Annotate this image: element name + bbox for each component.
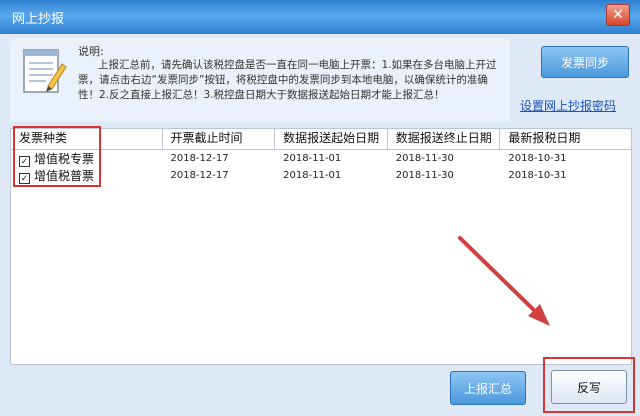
table-row[interactable]: ✓ 增值税普票 2018-12-17 2018-11-01 2018-11-30 … (11, 167, 631, 185)
column-header-start-date[interactable]: 数据报送起始日期 (275, 129, 388, 149)
info-label: 说明: (78, 45, 104, 58)
window-title: 网上抄报 (12, 12, 65, 27)
latest-date-cell: 2018-10-31 (508, 170, 567, 181)
start-date-cell: 2018-11-01 (283, 170, 342, 181)
close-button[interactable]: ✕ (606, 4, 630, 26)
end-date-cell: 2018-11-30 (395, 153, 454, 164)
column-header-latest-date[interactable]: 最新报税日期 (500, 129, 631, 149)
notepad-icon (23, 49, 67, 93)
table-header: 发票种类 开票截止时间 数据报送起始日期 数据报送终止日期 最新报税日期 (11, 129, 631, 150)
dialog-window: 网上抄报 ✕ 说明: 上报汇总前，请先确认该税控盘是否一直在同一电脑上开票：1.… (0, 0, 640, 416)
info-panel: 说明: 上报汇总前，请先确认该税控盘是否一直在同一电脑上开票：1.如果在多台电脑… (10, 38, 510, 122)
table-row[interactable]: ✓ 增值税专票 2018-12-17 2018-11-01 2018-11-30 … (11, 150, 631, 168)
end-date-cell: 2018-11-30 (395, 170, 454, 181)
column-header-deadline[interactable]: 开票截止时间 (163, 129, 276, 149)
set-password-link[interactable]: 设置网上抄报密码 (520, 97, 616, 114)
title-bar[interactable]: 网上抄报 ✕ (0, 0, 640, 34)
column-header-end-date[interactable]: 数据报送终止日期 (388, 129, 501, 149)
info-text: 上报汇总前，请先确认该税控盘是否一直在同一电脑上开票：1.如果在多台电脑上开过票… (78, 59, 497, 101)
invoice-sync-button[interactable]: 发票同步 (541, 46, 629, 78)
latest-date-cell: 2018-10-31 (508, 153, 567, 164)
reversal-highlight (543, 357, 635, 413)
deadline-cell: 2018-12-17 (170, 170, 229, 181)
start-date-cell: 2018-11-01 (283, 153, 342, 164)
deadline-cell: 2018-12-17 (170, 153, 229, 164)
close-icon: ✕ (612, 7, 624, 23)
report-summary-button[interactable]: 上报汇总 (450, 371, 526, 405)
type-column-highlight (13, 126, 101, 187)
annotation-arrow (458, 236, 550, 326)
